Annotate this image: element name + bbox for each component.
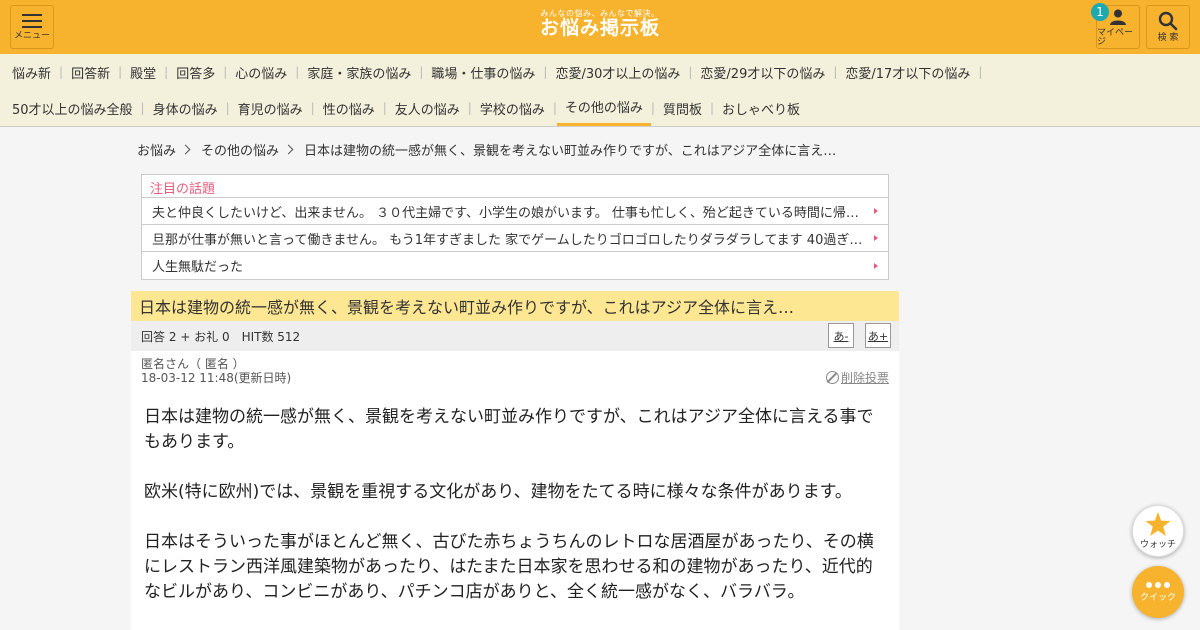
site-logo[interactable]: みんなの悩み、みんなで解決。 お悩み掲示板 xyxy=(540,10,660,39)
search-icon xyxy=(1158,11,1178,31)
featured-title: 注目の話題 xyxy=(142,175,888,198)
site-header: メニュー みんなの悩み、みんなで解決。 お悩み掲示板 1 マイページ 検 索 xyxy=(0,0,1200,54)
logo-name: お悩み掲示板 xyxy=(539,17,661,39)
post-stats-bar: 回答 2 + お礼 0 HIT数 512 あ- あ+ xyxy=(131,321,899,351)
arrow-right-icon xyxy=(874,262,878,269)
post-title: 日本は建物の統一感が無く、景観を考えない町並み作りですが、これはアジア全体に言え… xyxy=(131,291,899,321)
watch-label: ウォッチ xyxy=(1139,540,1176,550)
featured-item-text: 旦那が仕事が無いと言って働きません。 もう1年すぎました 家でゲームしたりゴロゴ… xyxy=(152,232,874,248)
menu-label: メニュー xyxy=(13,30,50,41)
featured-topics: 注目の話題 夫と仲良くしたいけど、出来ません。 ３０代主婦です、小学生の娘がいま… xyxy=(141,174,889,280)
category-link[interactable]: 身体の悩み xyxy=(145,90,226,126)
chevron-right-icon xyxy=(283,144,294,154)
category-link[interactable]: 育児の悩み xyxy=(230,90,311,126)
featured-item[interactable]: 人生無駄だった xyxy=(142,252,888,279)
user-icon xyxy=(1110,9,1126,25)
search-button[interactable]: 検 索 xyxy=(1146,5,1190,49)
post-body: 匿名さん（ 匿名 ） 18-03-12 11:48(更新日時) 削除投票 日本は… xyxy=(131,351,899,630)
arrow-right-icon xyxy=(874,208,878,214)
category-link[interactable]: 学校の悩み xyxy=(472,90,553,126)
main-content: お悩み その他の悩み 日本は建物の統一感が無く、景観を考えない町並み作りですが、… xyxy=(131,127,899,630)
breadcrumb-current: 日本は建物の統一感が無く、景観を考えない町並み作りですが、これはアジア全体に言え… xyxy=(304,143,837,159)
featured-item-text: 人生無駄だった xyxy=(152,260,244,275)
search-label: 検 索 xyxy=(1157,33,1179,43)
delete-vote-link[interactable]: 削除投票 xyxy=(825,369,889,386)
category-link[interactable]: 質問板 xyxy=(655,90,710,126)
category-link[interactable]: 友人の悩み xyxy=(387,90,468,126)
more-dots-icon xyxy=(1146,581,1170,588)
star-icon xyxy=(1145,512,1171,536)
breadcrumb-home[interactable]: お悩み xyxy=(137,140,176,159)
category-separator: | xyxy=(978,65,983,79)
category-link[interactable]: おしゃべり板 xyxy=(714,90,808,126)
category-link[interactable]: 恋愛/17才以下の悩み xyxy=(837,54,978,90)
category-link[interactable]: 恋愛/30才以上の悩み xyxy=(547,54,688,90)
menu-button[interactable]: メニュー xyxy=(10,5,54,49)
font-larger-button[interactable]: あ+ xyxy=(865,323,891,348)
breadcrumb: お悩み その他の悩み 日本は建物の統一感が無く、景観を考えない町並み作りですが、… xyxy=(131,127,899,171)
category-nav: 悩み新 | 回答新 | 殿堂 | 回答多 | 心の悩み | 家庭・家族の悩み | 職場・仕事の悩み | 恋愛… xyxy=(0,54,1200,127)
post-stats: 回答 2 + お礼 0 HIT数 512 xyxy=(141,329,301,344)
quick-label: クイック xyxy=(1139,592,1176,603)
category-link[interactable]: 殿堂 xyxy=(122,54,164,90)
post-paragraph: 日本は建物の統一感が無く、景観を考えない町並み作りですが、これはアジア全体に言え… xyxy=(144,407,874,452)
post-date: 18-03-12 11:48(更新日時) xyxy=(141,371,292,385)
category-link[interactable]: 悩み新 xyxy=(4,54,59,90)
featured-item[interactable]: 旦那が仕事が無いと言って働きません。 もう1年すぎました 家でゲームしたりゴロゴ… xyxy=(142,225,888,252)
category-row-1: 悩み新 | 回答新 | 殿堂 | 回答多 | 心の悩み | 家庭・家族の悩み | 職場・仕事の悩み | 恋愛… xyxy=(4,54,1196,90)
watch-button[interactable]: ウォッチ xyxy=(1132,505,1184,557)
breadcrumb-category[interactable]: その他の悩み xyxy=(201,140,279,159)
post-paragraph: 欧米(特に欧州)では、景観を重視する文化があり、建物をたてる時に様々な条件があり… xyxy=(144,482,852,502)
mypage-button[interactable]: 1 マイページ xyxy=(1091,3,1140,49)
category-link[interactable]: 50才以上の悩み全般 xyxy=(4,90,141,126)
ban-icon xyxy=(825,371,839,384)
arrow-right-icon xyxy=(874,235,878,241)
hamburger-icon xyxy=(22,13,42,28)
post-paragraph: 日本はそういった事がほとんど無く、古びた赤ちょうちんのレトロな居酒屋があったり、… xyxy=(144,532,874,602)
category-link[interactable]: その他の悩み xyxy=(556,90,651,126)
chevron-right-icon xyxy=(180,144,191,154)
notification-badge: 1 xyxy=(1091,3,1109,21)
category-link[interactable]: 性の悩み xyxy=(315,90,383,126)
featured-item-text: 夫と仲良くしたいけど、出来ません。 ３０代主婦です、小学生の娘がいます。 仕事も… xyxy=(152,205,872,221)
quick-button[interactable]: クイック xyxy=(1132,566,1184,618)
category-link[interactable]: 心の悩み xyxy=(227,54,295,90)
delete-vote-label: 削除投票 xyxy=(840,371,889,385)
category-link[interactable]: 恋愛/29才以下の悩み xyxy=(692,54,833,90)
category-link[interactable]: 家庭・家族の悩み xyxy=(299,54,419,90)
post-author: 匿名さん（ 匿名 ） xyxy=(141,357,245,371)
category-link[interactable]: 回答多 xyxy=(168,54,223,90)
category-link[interactable]: 回答新 xyxy=(63,54,118,90)
font-smaller-button[interactable]: あ- xyxy=(828,323,854,348)
category-row-2: 50才以上の悩み全般 | 身体の悩み | 育児の悩み | 性の悩み | 友人の悩み | 学校の悩み |… xyxy=(4,90,1196,126)
featured-item[interactable]: 夫と仲良くしたいけど、出来ません。 ３０代主婦です、小学生の娘がいます。 仕事も… xyxy=(142,198,888,225)
post-text: 日本は建物の統一感が無く、景観を考えない町並み作りですが、これはアジア全体に言え… xyxy=(141,405,889,605)
category-link[interactable]: 職場・仕事の悩み xyxy=(423,54,543,90)
mypage-label: マイページ xyxy=(1097,27,1134,47)
